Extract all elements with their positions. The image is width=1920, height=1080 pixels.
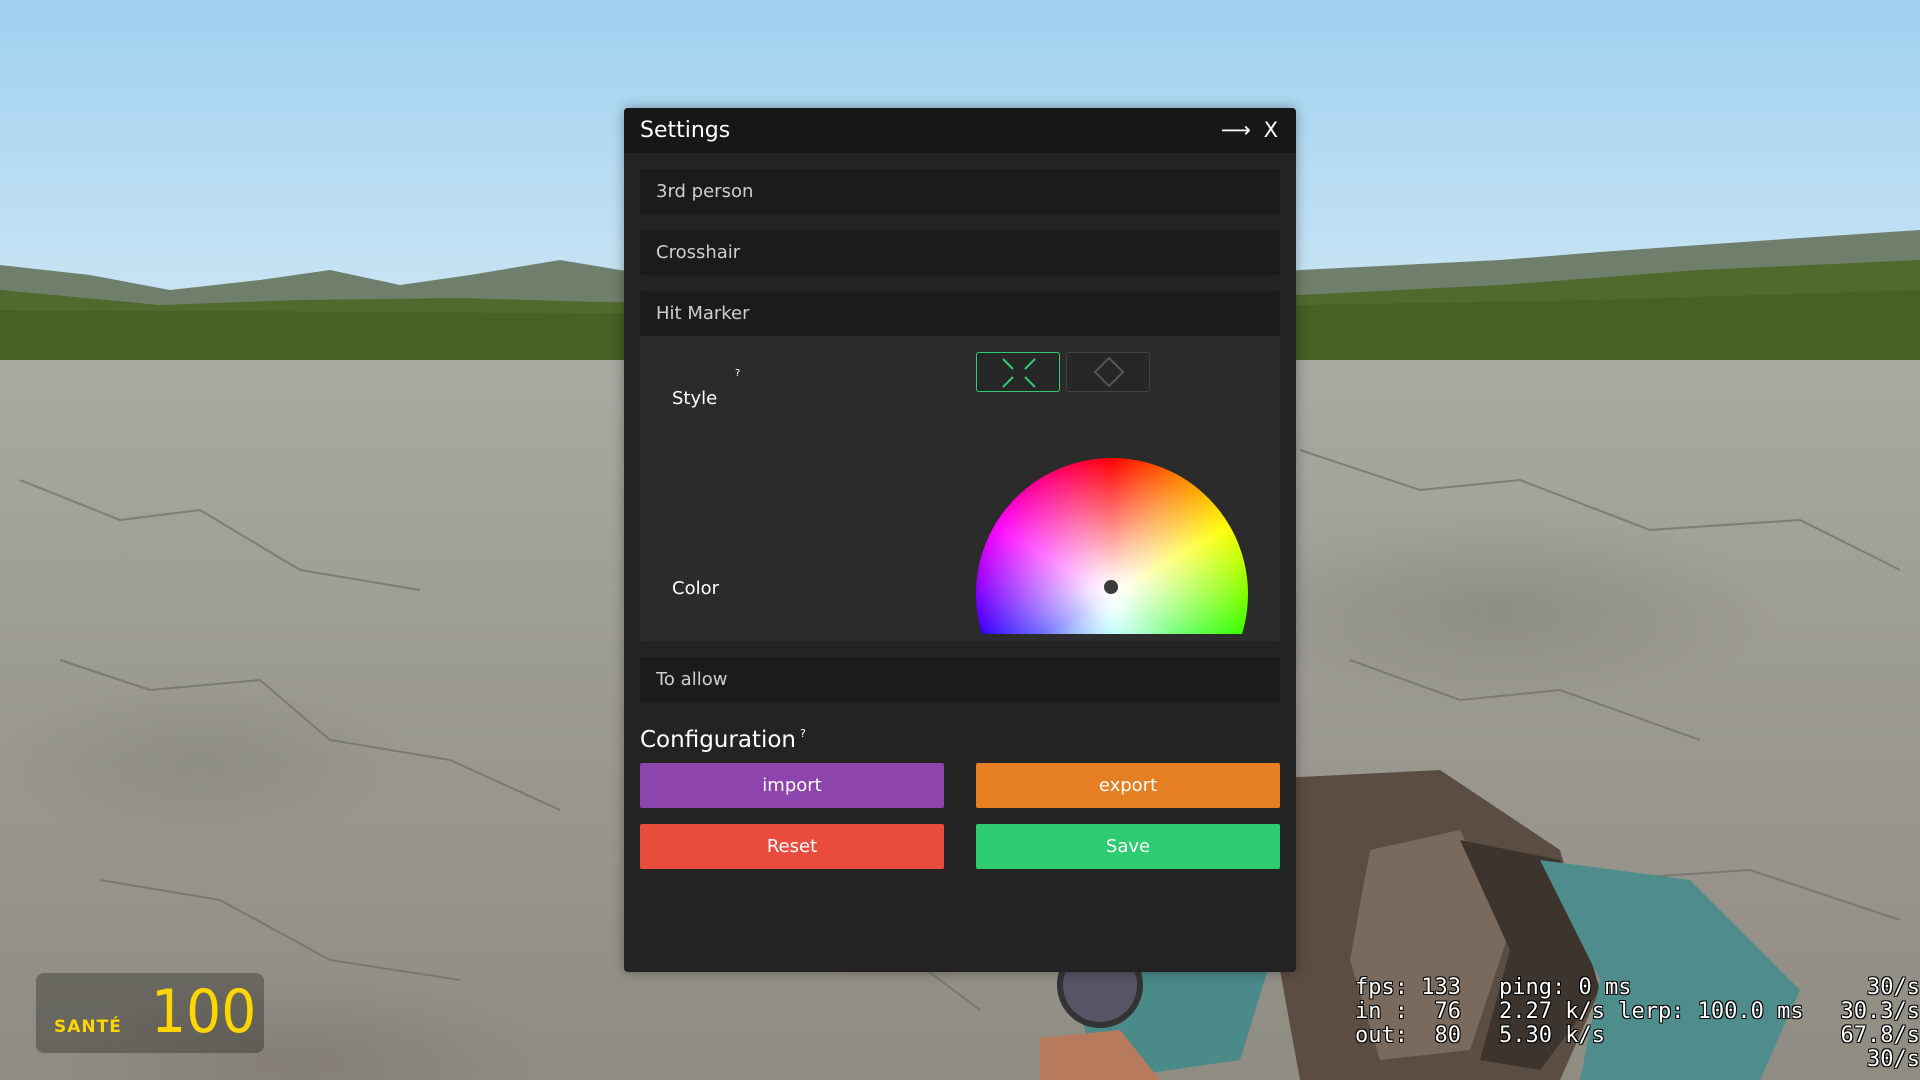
health-display: SANTÉ 100 bbox=[36, 973, 264, 1053]
style-option-cross[interactable] bbox=[976, 352, 1060, 392]
netgraph-stats-left: fps: 133 in : 76 out: 80 bbox=[1355, 976, 1461, 1048]
section-label: Hit Marker bbox=[656, 303, 750, 324]
section-label: To allow bbox=[656, 669, 728, 690]
panel-title: Settings bbox=[640, 118, 731, 143]
reset-button[interactable]: Reset bbox=[640, 824, 944, 869]
import-button[interactable]: import bbox=[640, 763, 944, 808]
netgraph-stats-right: 30/s 30.3/s 67.8/s 30/s bbox=[1841, 976, 1920, 1072]
title-actions: ⟶ X bbox=[1221, 118, 1278, 142]
arrow-right-icon[interactable]: ⟶ bbox=[1221, 118, 1251, 142]
netgraph-line: in : 76 bbox=[1355, 999, 1461, 1024]
netgraph-line: 2.27 k/s lerp: 100.0 ms bbox=[1499, 999, 1804, 1024]
section-label: Crosshair bbox=[656, 242, 741, 263]
netgraph-line: 67.8/s bbox=[1840, 1023, 1920, 1048]
netgraph-line: ping: 0 ms bbox=[1499, 975, 1632, 1000]
section-3rd-person[interactable]: 3rd person bbox=[640, 169, 1280, 214]
style-label: Style bbox=[672, 388, 718, 409]
health-value: 100 bbox=[151, 977, 257, 1047]
netgraph-stats-middle: ping: 0 ms 2.27 k/s lerp: 100.0 ms 5.30 k/… bbox=[1499, 976, 1804, 1048]
netgraph-line: 5.30 k/s bbox=[1499, 1023, 1605, 1048]
health-label: SANTÉ bbox=[54, 1017, 122, 1037]
netgraph-line: fps: 133 bbox=[1355, 975, 1461, 1000]
close-button[interactable]: X bbox=[1264, 118, 1278, 142]
diamond-icon bbox=[1093, 356, 1125, 388]
section-crosshair[interactable]: Crosshair bbox=[640, 230, 1280, 275]
color-picker-handle[interactable] bbox=[1104, 580, 1118, 594]
export-button[interactable]: export bbox=[976, 763, 1280, 808]
configuration-help-icon[interactable]: ? bbox=[800, 727, 806, 740]
save-button[interactable]: Save bbox=[976, 824, 1280, 869]
color-label: Color bbox=[672, 578, 719, 599]
netgraph-line: 30/s bbox=[1867, 975, 1920, 1000]
netgraph-line: out: 80 bbox=[1355, 1023, 1461, 1048]
section-to-allow[interactable]: To allow bbox=[640, 657, 1280, 702]
netgraph-line: 30.3/s bbox=[1840, 999, 1920, 1024]
style-option-diamond[interactable] bbox=[1066, 352, 1150, 392]
panel-titlebar: Settings ⟶ X bbox=[624, 108, 1296, 153]
configuration-title: Configuration bbox=[640, 727, 796, 753]
style-help-icon[interactable]: ? bbox=[735, 368, 740, 379]
netgraph-line: 30/s bbox=[1867, 1047, 1920, 1072]
section-hit-marker[interactable]: Hit Marker bbox=[640, 291, 1280, 336]
color-wheel-gradient[interactable] bbox=[976, 458, 1248, 634]
section-label: 3rd person bbox=[656, 181, 754, 202]
color-wheel[interactable] bbox=[976, 458, 1248, 634]
cross-icon bbox=[1002, 358, 1036, 388]
